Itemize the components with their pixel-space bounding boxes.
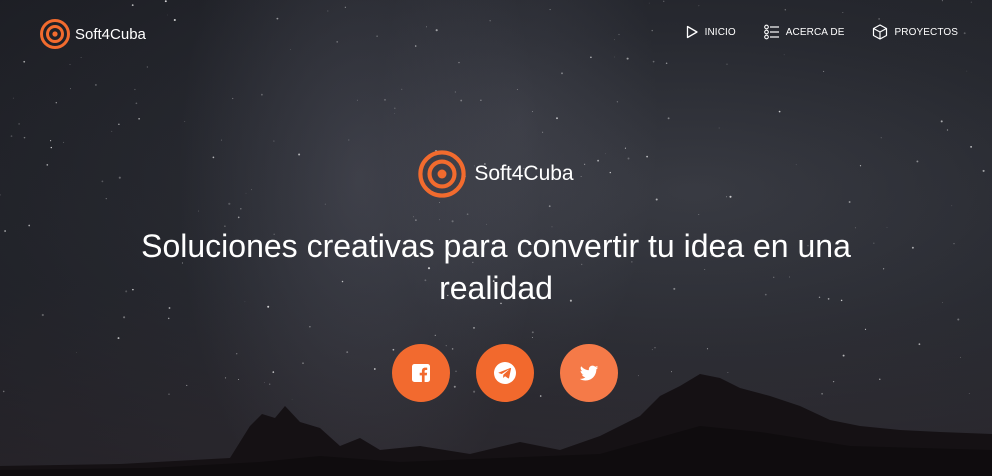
site-header: Soft4Cuba INICIO ACERCA DE PROYECTOS [0,0,992,68]
hero-brand-name: Soft4Cuba [474,162,574,185]
brand-link[interactable]: Soft4Cuba [40,19,146,49]
telegram-button[interactable] [476,344,534,402]
hero-brand: Soft4Cuba [418,150,574,198]
nav-item-acerca-de[interactable]: ACERCA DE [763,24,845,40]
social-links [392,344,618,402]
telegram-icon [494,362,516,384]
main-nav: INICIO ACERCA DE PROYECTOS [685,24,958,40]
nav-item-proyectos[interactable]: PROYECTOS [872,24,958,40]
twitter-icon [579,365,599,381]
target-logo-icon [418,150,467,198]
nav-item-inicio[interactable]: INICIO [685,25,736,39]
hero-section: Soft4Cuba Soluciones creativas para conv… [0,150,992,309]
hero-headline: Soluciones creativas para convertir tu i… [141,228,851,306]
target-logo-icon [40,19,70,49]
nav-item-label: INICIO [704,26,736,38]
facebook-icon [412,364,430,382]
nav-item-label: PROYECTOS [894,26,958,38]
cube-icon [873,24,888,40]
nav-item-label: ACERCA DE [785,26,845,38]
brand-name: Soft4Cuba [75,25,146,43]
twitter-button[interactable] [560,344,618,402]
facebook-button[interactable] [392,344,450,402]
list-icon [763,24,779,40]
play-outline-icon [686,25,698,39]
